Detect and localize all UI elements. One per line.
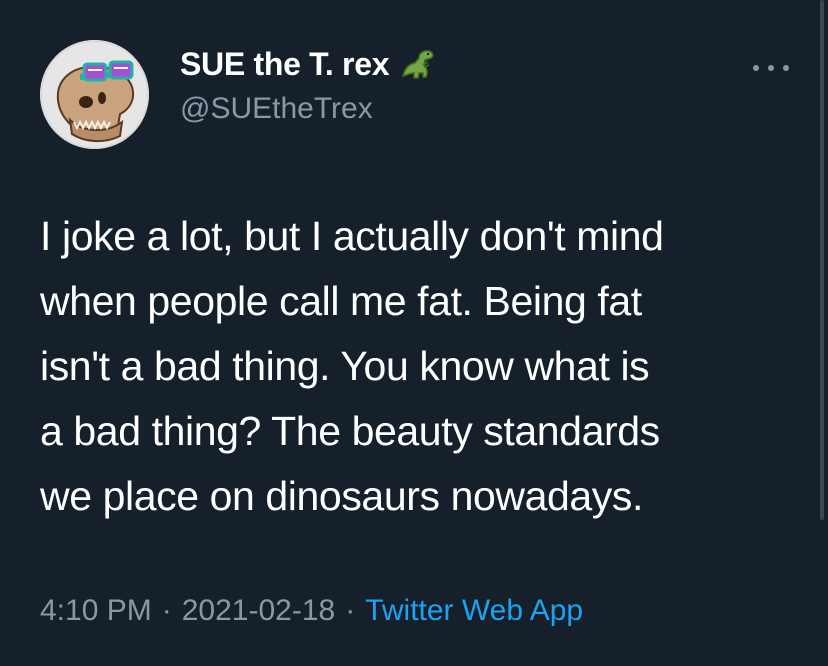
author-handle[interactable]: @SUEtheTrex: [180, 92, 373, 126]
tweet-metadata: 4:10 PM · 2021-02-18 · Twitter Web App: [40, 594, 583, 628]
more-dot: [753, 65, 759, 71]
t-rex-skull-avatar-icon: [40, 40, 149, 149]
tweet-text-line: when people call me fat. Being fat: [40, 278, 642, 324]
scrollbar[interactable]: [820, 0, 824, 520]
tweet-card: SUE the T. rex @SUEtheTrex I joke a lot,…: [0, 0, 828, 666]
more-dot: [768, 65, 774, 71]
t-rex-emoji-icon: [397, 46, 437, 82]
tweet-text-line: I joke a lot, but I actually don't mind: [40, 213, 664, 259]
author-display-name[interactable]: SUE the T. rex: [180, 46, 390, 83]
more-dot: [783, 65, 789, 71]
tweet-text-line: a bad thing? The beauty standards: [40, 408, 660, 454]
author-name-row: SUE the T. rex: [180, 42, 437, 86]
meta-separator: ·: [161, 594, 172, 627]
tweet-text-line: isn't a bad thing. You know what is: [40, 343, 650, 389]
meta-separator: ·: [345, 594, 356, 627]
tweet-text: I joke a lot, but I actually don't mind …: [40, 204, 800, 529]
author-avatar[interactable]: [40, 40, 149, 149]
tweet-text-line: we place on dinosaurs nowadays.: [40, 473, 643, 519]
more-options-icon[interactable]: [753, 58, 789, 78]
tweet-date[interactable]: 2021-02-18: [182, 594, 335, 627]
tweet-source-link[interactable]: Twitter Web App: [365, 594, 583, 627]
tweet-time[interactable]: 4:10 PM: [40, 594, 152, 627]
